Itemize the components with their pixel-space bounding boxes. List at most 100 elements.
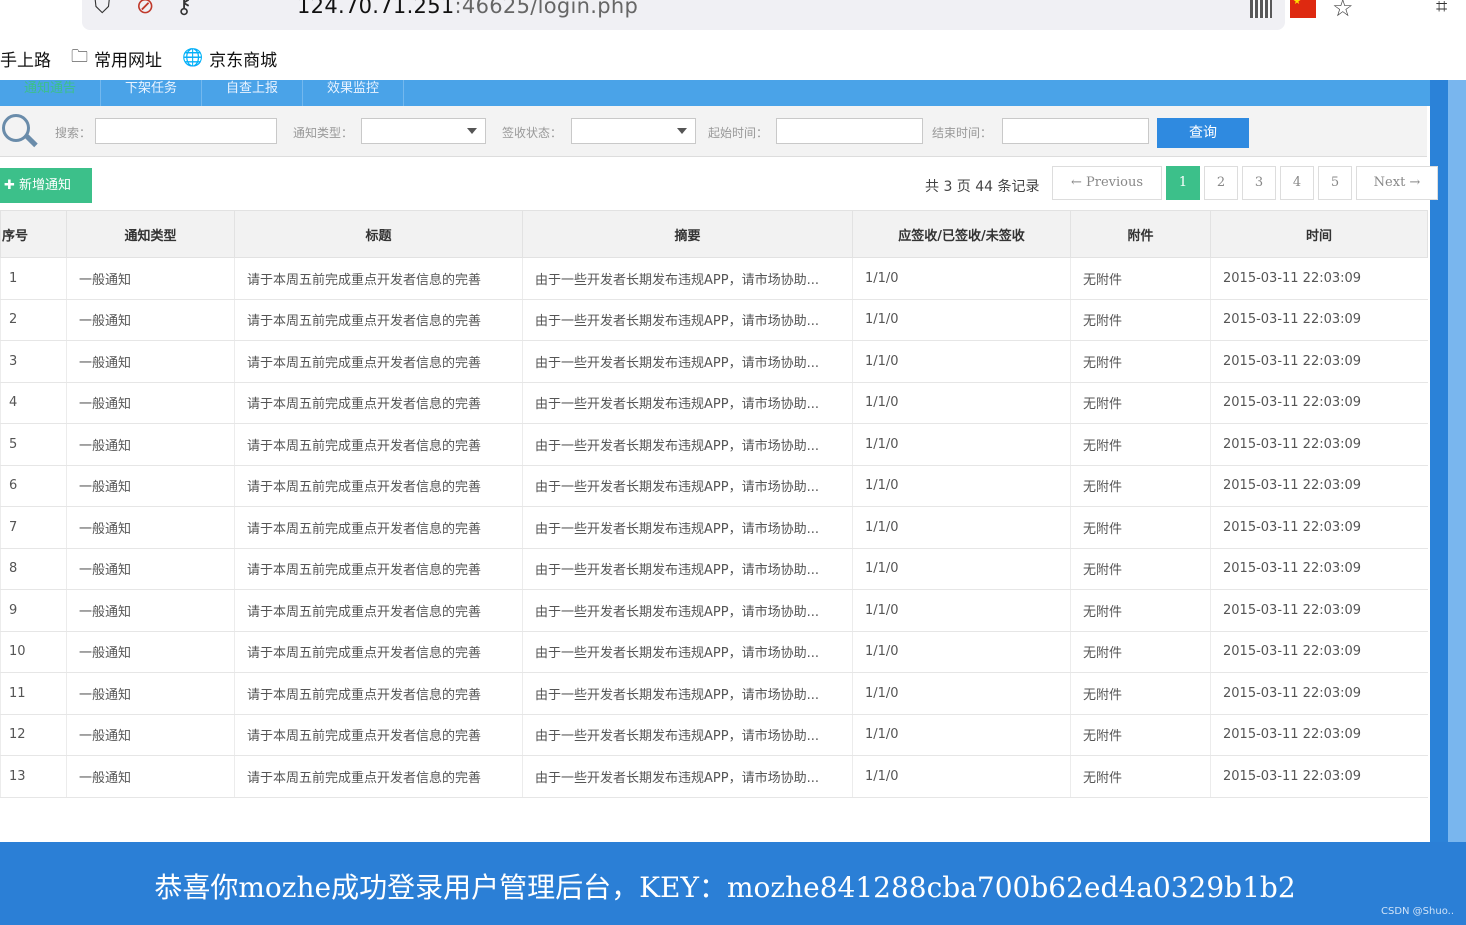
qr-code-icon[interactable] (1250, 0, 1272, 18)
table-cell: 一般通知 (66, 506, 235, 549)
extension-icon[interactable]: ⌗ (1436, 0, 1447, 18)
page-button-1[interactable]: 1 (1166, 166, 1200, 200)
column-header: 标题 (234, 210, 523, 258)
table-row[interactable]: 12 一般通知 请于本周五前完成重点开发者信息的完善 由于一些开发者长期发布违规APP… (0, 714, 1428, 756)
table-cell[interactable]: 请于本周五前完成重点开发者信息的完善 (234, 465, 523, 507)
table-cell: 一般通知 (66, 672, 235, 715)
shield-icon[interactable]: ⛉ (94, 0, 111, 19)
page-button-5[interactable]: 5 (1318, 166, 1352, 200)
table-row[interactable]: 8 一般通知 请于本周五前完成重点开发者信息的完善 由于一些开发者长期发布违规APP，… (0, 548, 1428, 590)
table-row[interactable]: 4 一般通知 请于本周五前完成重点开发者信息的完善 由于一些开发者长期发布违规APP，… (0, 382, 1428, 424)
start-time-input[interactable] (776, 118, 923, 144)
table-cell[interactable]: 请于本周五前完成重点开发者信息的完善 (234, 257, 523, 300)
previous-page-button[interactable]: ← Previous (1052, 166, 1162, 200)
table-row[interactable]: 9 一般通知 请于本周五前完成重点开发者信息的完善 由于一些开发者长期发布违规APP，… (0, 589, 1428, 632)
table-row[interactable]: 3 一般通知 请于本周五前完成重点开发者信息的完善 由于一些开发者长期发布违规APP，… (0, 340, 1428, 383)
table-cell: 2015-03-11 22:03:09 (1210, 340, 1428, 383)
bookmark-item[interactable]: 手上路 (0, 46, 51, 71)
table-row[interactable]: 5 一般通知 请于本周五前完成重点开发者信息的完善 由于一些开发者长期发布违规APP，… (0, 423, 1428, 466)
table-row[interactable]: 1 一般通知 请于本周五前完成重点开发者信息的完善 由于一些开发者长期发布违规APP，… (0, 257, 1428, 300)
address-bar[interactable]: ⛉ ⊘ ⚷ 124.70.71.251:46625/login.php ★ ☆ (82, 0, 1354, 30)
table-cell: 2015-03-11 22:03:09 (1210, 714, 1428, 756)
page-button-3[interactable]: 3 (1242, 166, 1276, 200)
nav-tab-takedown[interactable]: 下架任务 (101, 80, 203, 106)
table-cell: 6 (0, 465, 67, 507)
pagination: ← Previous 1 2 3 4 5 Next → (1052, 166, 1442, 200)
type-label: 通知类型： (293, 126, 354, 140)
table-cell: 9 (0, 589, 67, 632)
url-text[interactable]: 124.70.71.251:46625/login.php (297, 0, 638, 18)
table-cell: 1/1/0 (852, 548, 1071, 590)
column-header: 摘要 (522, 210, 853, 258)
table-cell: 2015-03-11 22:03:09 (1210, 299, 1428, 341)
table-cell: 一般通知 (66, 340, 235, 383)
add-notice-button[interactable]: ✚ 新增通知 (0, 168, 92, 203)
bookmark-item[interactable]: 🗀 常用网址 (71, 44, 162, 73)
next-page-button[interactable]: Next → (1356, 166, 1438, 200)
bookmark-star-icon[interactable]: ☆ (1332, 0, 1354, 22)
table-cell[interactable]: 请于本周五前完成重点开发者信息的完善 (234, 548, 523, 590)
chevron-down-icon (467, 128, 477, 134)
table-cell: 一般通知 (66, 755, 235, 798)
table-cell: 由于一些开发者长期发布违规APP，请市场协助... (522, 548, 853, 590)
key-icon[interactable]: ⚷ (176, 0, 192, 19)
table-cell: 一般通知 (66, 382, 235, 424)
table-cell: 1/1/0 (852, 631, 1071, 673)
table-row[interactable]: 11 一般通知 请于本周五前完成重点开发者信息的完善 由于一些开发者长期发布违规APP… (0, 672, 1428, 715)
status-select[interactable] (571, 118, 696, 144)
table-cell[interactable]: 请于本周五前完成重点开发者信息的完善 (234, 506, 523, 549)
table-row[interactable]: 13 一般通知 请于本周五前完成重点开发者信息的完善 由于一些开发者长期发布违规APP… (0, 755, 1428, 798)
table-cell[interactable]: 请于本周五前完成重点开发者信息的完善 (234, 631, 523, 673)
table-cell[interactable]: 请于本周五前完成重点开发者信息的完善 (234, 755, 523, 798)
table-cell: 10 (0, 631, 67, 673)
table-cell[interactable]: 请于本周五前完成重点开发者信息的完善 (234, 714, 523, 756)
table-header-row: 序号 通知类型 标题 摘要 应签收/已签收/未签收 附件 时间 (0, 210, 1428, 258)
table-cell: 无附件 (1070, 631, 1211, 673)
table-cell: 一般通知 (66, 423, 235, 466)
table-cell[interactable]: 请于本周五前完成重点开发者信息的完善 (234, 589, 523, 632)
query-button[interactable]: 查询 (1157, 118, 1249, 148)
table-cell: 2015-03-11 22:03:09 (1210, 465, 1428, 507)
type-select[interactable] (361, 118, 486, 144)
table-cell: 1/1/0 (852, 506, 1071, 549)
table-cell: 2015-03-11 22:03:09 (1210, 257, 1428, 300)
table-cell: 1/1/0 (852, 714, 1071, 756)
table-cell[interactable]: 请于本周五前完成重点开发者信息的完善 (234, 382, 523, 424)
end-time-input[interactable] (1002, 118, 1149, 144)
table-cell[interactable]: 请于本周五前完成重点开发者信息的完善 (234, 299, 523, 341)
table-row[interactable]: 10 一般通知 请于本周五前完成重点开发者信息的完善 由于一些开发者长期发布违规APP… (0, 631, 1428, 673)
bookmarks-bar: 手上路 🗀 常用网址 🌐 京东商城 (0, 42, 297, 74)
nav-tab-monitor[interactable]: 效果监控 (303, 80, 405, 106)
table-row[interactable]: 7 一般通知 请于本周五前完成重点开发者信息的完善 由于一些开发者长期发布违规APP，… (0, 506, 1428, 549)
page-button-2[interactable]: 2 (1204, 166, 1238, 200)
table-cell: 1 (0, 257, 67, 300)
table-cell[interactable]: 请于本周五前完成重点开发者信息的完善 (234, 340, 523, 383)
table-cell[interactable]: 请于本周五前完成重点开发者信息的完善 (234, 423, 523, 466)
china-flag-icon[interactable]: ★ (1290, 0, 1316, 18)
notice-table: 序号 通知类型 标题 摘要 应签收/已签收/未签收 附件 时间 1 一般通知 请于本… (0, 210, 1428, 798)
table-cell: 5 (0, 423, 67, 466)
table-cell: 1/1/0 (852, 423, 1071, 466)
table-cell: 一般通知 (66, 257, 235, 300)
table-cell: 1/1/0 (852, 299, 1071, 341)
table-cell: 2015-03-11 22:03:09 (1210, 506, 1428, 549)
table-cell: 一般通知 (66, 465, 235, 507)
table-cell: 由于一些开发者长期发布违规APP，请市场协助... (522, 714, 853, 756)
table-cell: 11 (0, 672, 67, 715)
nav-tab-self-report[interactable]: 自查上报 (202, 80, 304, 106)
table-cell: 由于一些开发者长期发布违规APP，请市场协助... (522, 423, 853, 466)
nav-tab-notices[interactable]: 通知通告 (0, 80, 102, 106)
bookmark-item[interactable]: 🌐 京东商城 (182, 46, 277, 71)
column-header: 应签收/已签收/未签收 (852, 210, 1071, 258)
globe-icon: 🌐 (182, 48, 204, 68)
table-cell: 13 (0, 755, 67, 798)
page-button-4[interactable]: 4 (1280, 166, 1314, 200)
insecure-lock-icon[interactable]: ⊘ (136, 0, 154, 19)
column-header: 通知类型 (66, 210, 235, 258)
table-row[interactable]: 6 一般通知 请于本周五前完成重点开发者信息的完善 由于一些开发者长期发布违规APP，… (0, 465, 1428, 507)
table-row[interactable]: 2 一般通知 请于本周五前完成重点开发者信息的完善 由于一些开发者长期发布违规APP，… (0, 299, 1428, 341)
chevron-down-icon (677, 128, 687, 134)
table-cell: 2015-03-11 22:03:09 (1210, 589, 1428, 632)
keyword-input[interactable] (95, 118, 277, 144)
table-cell[interactable]: 请于本周五前完成重点开发者信息的完善 (234, 672, 523, 715)
